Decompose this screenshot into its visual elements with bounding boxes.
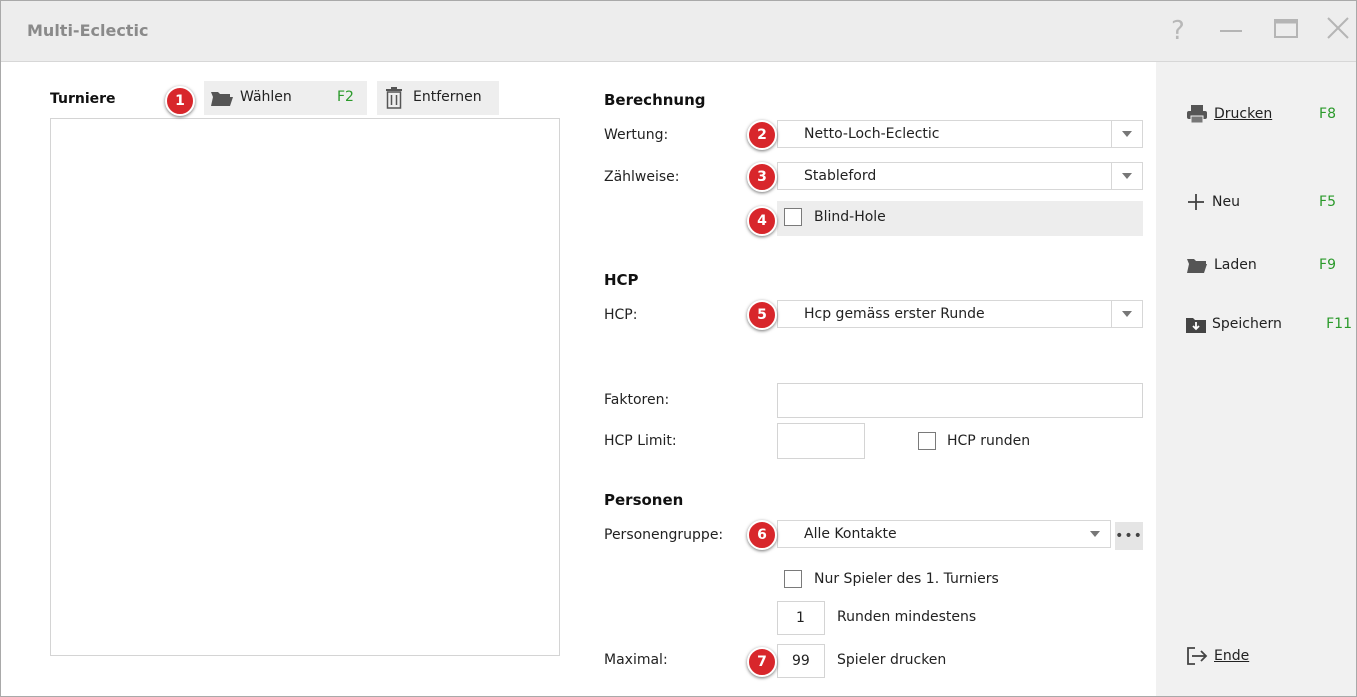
hcp-runden-checkbox[interactable] <box>918 432 936 450</box>
hcp-runden-label: HCP runden <box>947 433 1031 449</box>
more-options-button[interactable]: ••• <box>1115 522 1143 550</box>
callout-badge-4: 4 <box>747 206 777 236</box>
entfernen-label: Entfernen <box>413 89 482 105</box>
faktoren-input[interactable] <box>777 383 1143 418</box>
action-sidebar: Drucken F8 Neu F5 Laden F9 Speichern F11… <box>1156 62 1356 696</box>
chevron-down-icon[interactable] <box>1111 121 1142 147</box>
close-icon[interactable] <box>1325 15 1351 46</box>
hcp-limit-label: HCP Limit: <box>604 433 677 449</box>
hcp-dropdown[interactable]: Hcp gemäss erster Runde <box>777 300 1143 328</box>
printer-icon <box>1186 104 1208 124</box>
entfernen-button[interactable]: Entfernen <box>377 81 499 115</box>
ende-button[interactable]: Ende <box>1186 644 1336 668</box>
multi-eclectic-window: Multi-Eclectic ? Turniere Wählen F2 Entf… <box>0 0 1357 697</box>
drucken-label: Drucken <box>1214 106 1273 122</box>
callout-badge-1: 1 <box>165 86 195 116</box>
hcp-heading: HCP <box>604 271 639 289</box>
maximal-label: Maximal: <box>604 652 668 668</box>
maximal-input[interactable]: 99 <box>777 644 825 678</box>
save-icon <box>1186 315 1206 333</box>
drucken-shortcut: F8 <box>1319 106 1336 122</box>
exit-icon <box>1186 646 1208 666</box>
window-title: Multi-Eclectic <box>27 21 149 40</box>
title-bar: Multi-Eclectic ? <box>1 1 1356 62</box>
plus-icon <box>1186 192 1206 212</box>
blind-hole-label: Blind-Hole <box>814 209 886 225</box>
runden-mindestens-input[interactable]: 1 <box>777 601 825 635</box>
waehlen-shortcut: F2 <box>337 89 354 105</box>
neu-button[interactable]: Neu F5 <box>1186 190 1336 214</box>
nur-spieler-label: Nur Spieler des 1. Turniers <box>814 571 999 587</box>
personengruppe-label: Personengruppe: <box>604 527 724 543</box>
trash-icon <box>385 87 403 113</box>
neu-shortcut: F5 <box>1319 194 1336 210</box>
personengruppe-value: Alle Kontakte <box>804 526 897 542</box>
waehlen-label: Wählen <box>240 89 292 105</box>
minimize-icon[interactable] <box>1218 15 1244 46</box>
wertung-value: Netto-Loch-Eclectic <box>804 126 940 142</box>
callout-badge-5: 5 <box>747 300 777 330</box>
nur-spieler-checkbox[interactable] <box>784 570 802 588</box>
folder-open-icon <box>210 90 234 110</box>
maximize-icon[interactable] <box>1273 15 1299 46</box>
personengruppe-dropdown[interactable]: Alle Kontakte <box>777 520 1111 548</box>
spieler-drucken-label: Spieler drucken <box>837 652 947 668</box>
faktoren-label: Faktoren: <box>604 392 670 408</box>
runden-mindestens-label: Runden mindestens <box>837 609 977 625</box>
waehlen-button[interactable]: Wählen F2 <box>204 81 367 115</box>
speichern-button[interactable]: Speichern F11 <box>1186 312 1352 336</box>
chevron-down-icon[interactable] <box>1080 521 1110 547</box>
wertung-dropdown[interactable]: Netto-Loch-Eclectic <box>777 120 1143 148</box>
hcp-label: HCP: <box>604 307 638 323</box>
callout-badge-2: 2 <box>747 120 777 150</box>
neu-label: Neu <box>1212 194 1240 210</box>
chevron-down-icon[interactable] <box>1111 301 1142 327</box>
chevron-down-icon[interactable] <box>1111 163 1142 189</box>
speichern-shortcut: F11 <box>1326 316 1352 332</box>
turniere-label: Turniere <box>50 91 116 107</box>
hcp-value: Hcp gemäss erster Runde <box>804 306 985 322</box>
laden-button[interactable]: Laden F9 <box>1186 253 1336 277</box>
speichern-label: Speichern <box>1212 316 1282 332</box>
blind-hole-checkbox[interactable] <box>784 208 802 226</box>
callout-badge-7: 7 <box>747 647 777 677</box>
zaehlweise-value: Stableford <box>804 168 877 184</box>
folder-icon <box>1186 257 1208 273</box>
zaehlweise-dropdown[interactable]: Stableford <box>777 162 1143 190</box>
turniere-list[interactable] <box>50 118 560 656</box>
callout-badge-3: 3 <box>747 162 777 192</box>
personen-heading: Personen <box>604 491 684 509</box>
berechnung-heading: Berechnung <box>604 91 706 109</box>
callout-badge-6: 6 <box>747 520 777 550</box>
help-icon[interactable]: ? <box>1171 17 1185 45</box>
hcp-limit-input[interactable] <box>777 423 865 459</box>
drucken-button[interactable]: Drucken F8 <box>1186 102 1336 126</box>
zaehlweise-label: Zählweise: <box>604 169 680 185</box>
wertung-label: Wertung: <box>604 127 669 143</box>
ende-label: Ende <box>1214 648 1250 664</box>
laden-shortcut: F9 <box>1319 257 1336 273</box>
laden-label: Laden <box>1214 257 1257 273</box>
